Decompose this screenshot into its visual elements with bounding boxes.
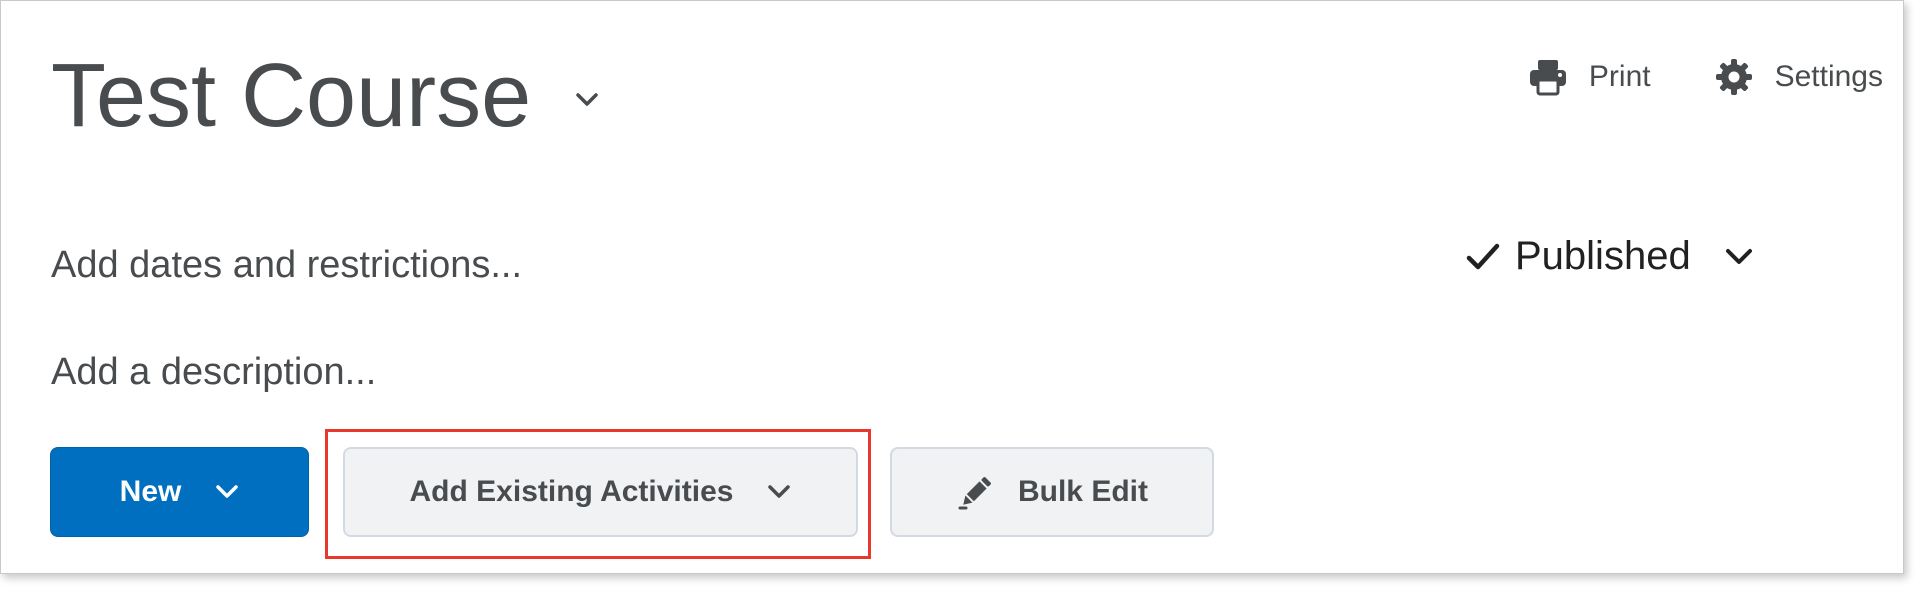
top-actions: Print Settings	[1527, 56, 1883, 98]
published-status-dropdown[interactable]: Published	[1465, 234, 1755, 279]
chevron-down-icon	[767, 484, 791, 500]
add-existing-activities-label: Add Existing Activities	[409, 475, 734, 508]
bulk-edit-button[interactable]: Bulk Edit	[890, 447, 1214, 537]
new-button[interactable]: New	[50, 447, 309, 537]
print-label: Print	[1588, 60, 1651, 93]
course-menu-chevron-down-icon[interactable]	[573, 86, 601, 114]
add-dates-link[interactable]: Add dates and restrictions...	[51, 244, 522, 287]
add-description-link[interactable]: Add a description...	[51, 351, 376, 394]
printer-icon	[1527, 56, 1569, 98]
add-existing-activities-button[interactable]: Add Existing Activities	[343, 447, 858, 537]
course-title-group: Test Course	[51, 41, 601, 151]
pencil-icon	[956, 472, 996, 512]
gear-icon	[1713, 56, 1755, 98]
settings-button[interactable]: Settings	[1713, 56, 1883, 98]
published-label: Published	[1515, 234, 1691, 278]
bulk-edit-label: Bulk Edit	[1017, 475, 1148, 508]
checkmark-icon	[1465, 239, 1501, 275]
chevron-down-icon	[1723, 241, 1755, 273]
page-title: Test Course	[51, 46, 532, 146]
print-button[interactable]: Print	[1527, 56, 1651, 98]
settings-label: Settings	[1774, 60, 1883, 93]
course-header-panel: Test Course Print Settings Add dates and…	[0, 0, 1904, 574]
new-button-label: New	[119, 475, 182, 508]
chevron-down-icon	[215, 484, 239, 500]
